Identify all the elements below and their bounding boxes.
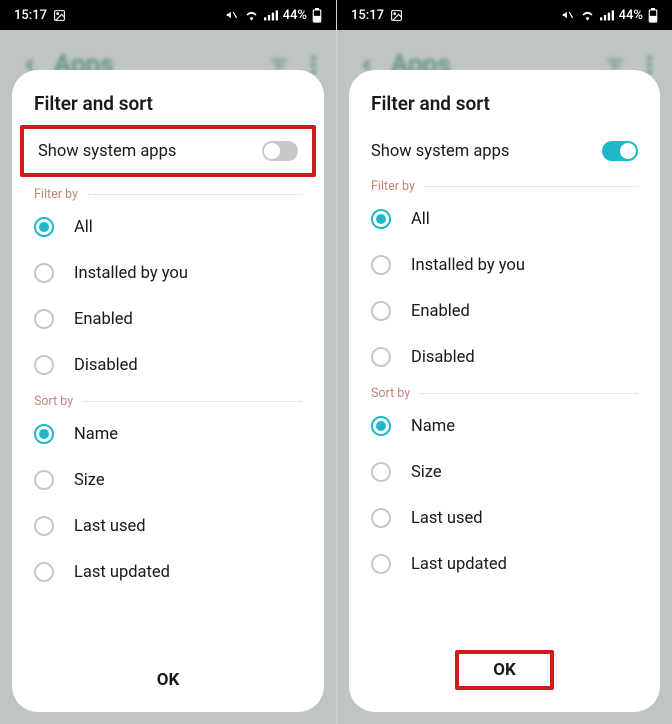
mute-icon [561,8,575,22]
filter-disabled[interactable]: Disabled [12,342,324,388]
filter-installed[interactable]: Installed by you [349,242,660,288]
show-system-row[interactable]: Show system apps [24,129,312,173]
radio-icon [371,462,391,482]
divider-dots [88,194,302,195]
radio-icon [34,562,54,582]
dialog-footer: OK [349,632,660,712]
radio-icon [34,263,54,283]
sort-last-updated[interactable]: Last updated [349,541,660,587]
filter-all[interactable]: All [12,204,324,250]
highlight-ok: OK [455,650,554,690]
sort-name[interactable]: Name [349,403,660,449]
mute-icon [225,8,239,22]
show-system-label: Show system apps [371,142,509,161]
more-icon [647,56,652,74]
show-system-toggle[interactable] [602,141,638,161]
image-icon [390,9,403,22]
radio-selected-icon [371,209,391,229]
signal-icon [264,9,278,21]
radio-selected-icon [34,424,54,444]
filter-disabled[interactable]: Disabled [349,334,660,380]
sort-by-label: Sort by [371,386,410,401]
divider-dots [420,393,638,394]
sort-last-used[interactable]: Last used [349,495,660,541]
status-bar: 15:17 44% [337,0,672,30]
filter-by-label: Filter by [34,187,78,202]
radio-icon [34,309,54,329]
dialog-footer: OK [12,652,324,712]
radio-icon [34,355,54,375]
show-system-row[interactable]: Show system apps [349,129,660,173]
sort-size[interactable]: Size [12,457,324,503]
filter-enabled[interactable]: Enabled [349,288,660,334]
sort-by-label: Sort by [34,394,73,409]
wifi-icon [580,9,595,21]
sort-last-used[interactable]: Last used [12,503,324,549]
more-icon [311,56,316,74]
phone-right: 15:17 44% Apps Filter and sort Show syst… [336,0,672,724]
sort-by-section: Sort by [12,388,324,411]
divider-dots [83,401,302,402]
status-battery: 44% [619,8,643,23]
radio-icon [371,554,391,574]
ok-button[interactable]: OK [493,660,516,680]
divider-dots [425,186,638,187]
highlight-toggle: Show system apps [20,125,316,177]
filter-by-section: Filter by [349,173,660,196]
filter-installed[interactable]: Installed by you [12,250,324,296]
filter-by-section: Filter by [12,181,324,204]
show-system-toggle[interactable] [262,141,298,161]
radio-icon [371,301,391,321]
dialog-title: Filter and sort [349,92,660,129]
filter-enabled[interactable]: Enabled [12,296,324,342]
filter-sort-dialog: Filter and sort Show system apps Filter … [12,70,324,712]
radio-icon [371,508,391,528]
status-time: 15:17 [14,8,47,23]
radio-selected-icon [371,416,391,436]
sort-by-section: Sort by [349,380,660,403]
status-battery: 44% [283,8,307,23]
wifi-icon [244,9,259,21]
radio-selected-icon [34,217,54,237]
sort-size[interactable]: Size [349,449,660,495]
battery-icon [312,8,322,23]
status-time: 15:17 [351,8,384,23]
radio-icon [371,255,391,275]
sort-last-updated[interactable]: Last updated [12,549,324,595]
radio-icon [34,470,54,490]
battery-icon [648,8,658,23]
filter-by-label: Filter by [371,179,415,194]
radio-icon [371,347,391,367]
filter-all[interactable]: All [349,196,660,242]
status-bar: 15:17 44% [0,0,336,30]
dialog-title: Filter and sort [12,92,324,129]
sort-name[interactable]: Name [12,411,324,457]
image-icon [53,9,66,22]
radio-icon [34,516,54,536]
show-system-label: Show system apps [38,142,176,161]
filter-sort-dialog: Filter and sort Show system apps Filter … [349,70,660,712]
signal-icon [600,9,614,21]
ok-button[interactable]: OK [157,670,180,690]
phone-left: 15:17 44% Apps Filter and sort Show syst… [0,0,336,724]
